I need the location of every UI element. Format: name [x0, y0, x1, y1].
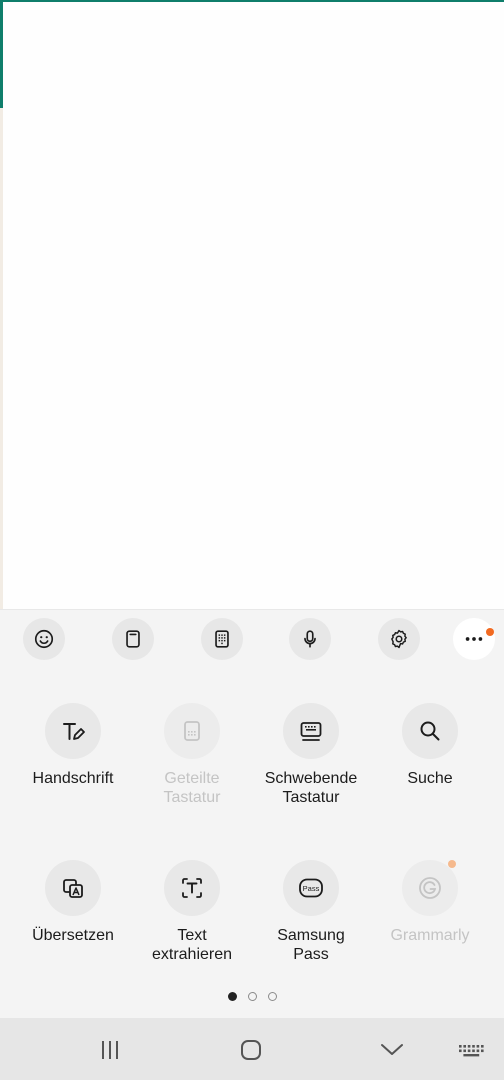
- tool-label: Text extrahieren: [151, 927, 233, 963]
- floating-keyboard-icon: [300, 722, 322, 741]
- handwriting-icon: [63, 723, 85, 740]
- tool-translate[interactable]: Übersetzen: [14, 860, 132, 945]
- samsung-pass-button[interactable]: Pass: [283, 860, 339, 916]
- notification-dot: [486, 628, 494, 636]
- tool-search[interactable]: Suche: [371, 703, 489, 788]
- emoji-button[interactable]: [23, 618, 65, 660]
- search-button[interactable]: [402, 703, 458, 759]
- page-indicator: [0, 992, 504, 1004]
- svg-text:Pass: Pass: [303, 884, 320, 893]
- tool-grammarly: Grammarly: [371, 860, 489, 945]
- page-dot-3[interactable]: [267, 992, 277, 1001]
- split-keyboard-button: [164, 703, 220, 759]
- recent-apps-button[interactable]: [92, 1032, 128, 1068]
- clipboard-icon: [126, 630, 140, 648]
- extract-text-button[interactable]: [164, 860, 220, 916]
- emoji-icon: [34, 629, 54, 649]
- keypad-icon: [215, 630, 229, 648]
- voice-input-button[interactable]: [289, 618, 331, 660]
- more-options-button[interactable]: [453, 618, 495, 660]
- tool-label: Geteilte Tastatur: [163, 770, 221, 806]
- tool-label: Handschrift: [32, 770, 114, 787]
- floating-keyboard-button[interactable]: [283, 703, 339, 759]
- samsung-pass-icon: Pass: [299, 878, 323, 898]
- keyboard-tools-panel: Handschrift Geteilte Tastatur Schwebende…: [0, 609, 504, 1018]
- tool-label: Grammarly: [390, 927, 470, 944]
- page-dot-2[interactable]: [247, 992, 257, 1001]
- handwriting-button[interactable]: [45, 703, 101, 759]
- keyboard-toolbar: [0, 618, 504, 660]
- translate-icon: [63, 879, 83, 898]
- tool-label: Schwebende Tastatur: [264, 770, 358, 806]
- settings-icon: [391, 629, 407, 649]
- keypad-button[interactable]: [201, 618, 243, 660]
- navigation-bar: [0, 1018, 504, 1080]
- tool-label: Suche: [407, 770, 453, 787]
- home-icon: [241, 1040, 261, 1060]
- tool-split-keyboard: Geteilte Tastatur: [133, 703, 251, 807]
- tool-handwriting[interactable]: Handschrift: [14, 703, 132, 788]
- tool-samsung-pass[interactable]: Pass Samsung Pass: [252, 860, 370, 964]
- search-icon: [420, 721, 440, 741]
- extract-text-icon: [182, 878, 202, 898]
- grammarly-notification-dot: [448, 860, 456, 868]
- top-accent-line: [0, 0, 504, 2]
- tool-label: Übersetzen: [32, 927, 114, 944]
- content-area: [0, 0, 504, 609]
- hide-keyboard-icon: [381, 1044, 403, 1055]
- tool-floating-keyboard[interactable]: Schwebende Tastatur: [252, 703, 370, 807]
- recent-apps-icon: [102, 1041, 118, 1059]
- hide-keyboard-button[interactable]: [374, 1032, 410, 1068]
- clipboard-button[interactable]: [112, 618, 154, 660]
- settings-button[interactable]: [378, 618, 420, 660]
- split-keyboard-icon: [184, 721, 200, 741]
- microphone-icon: [304, 630, 316, 648]
- tool-label: Samsung Pass: [277, 927, 345, 963]
- tool-extract-text[interactable]: Text extrahieren: [133, 860, 251, 964]
- keyboard-switch-icon: [459, 1045, 484, 1057]
- translate-button[interactable]: [45, 860, 101, 916]
- page-dot-1[interactable]: [227, 992, 237, 1001]
- more-icon: [465, 637, 483, 641]
- grammarly-button: [402, 860, 458, 916]
- keyboard-switch-button[interactable]: [453, 1032, 489, 1068]
- home-button[interactable]: [233, 1032, 269, 1068]
- left-accent-bar: [0, 0, 3, 108]
- grammarly-icon: [419, 877, 441, 899]
